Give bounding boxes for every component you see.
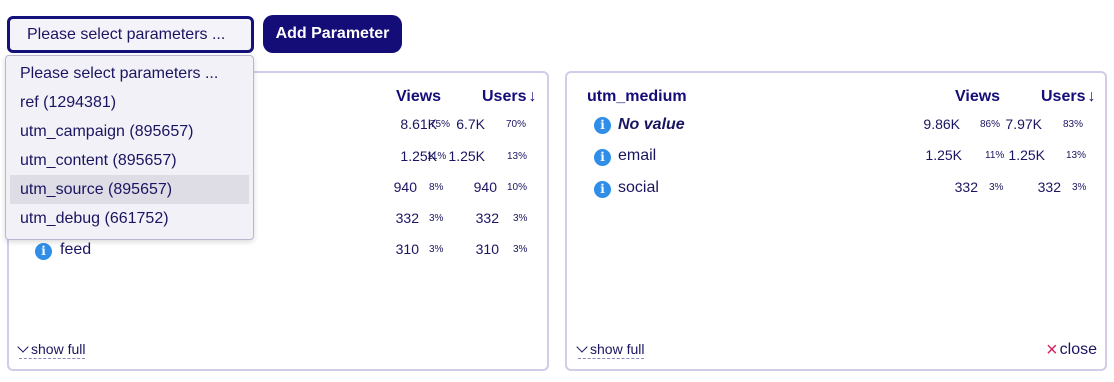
info-icon[interactable]: i (35, 243, 52, 260)
views-value: 1.25K (925, 147, 962, 163)
users-percent: 13% (1066, 150, 1087, 161)
users-value: 332 (1037, 179, 1061, 195)
sort-down-icon: ↓ (1087, 88, 1096, 105)
close-icon: × (1045, 339, 1058, 361)
users-value: 6.7K (456, 116, 485, 132)
views-value: 310 (395, 241, 419, 257)
users-column-header[interactable]: Users ↓ (482, 88, 536, 106)
views-value: 9.86K (923, 116, 960, 132)
info-icon[interactable]: i (594, 181, 611, 198)
table-row: i No value 9.86K 86% 7.97K 83% (567, 116, 1105, 142)
users-value: 1.25K (448, 148, 485, 164)
users-value: 310 (475, 241, 499, 257)
info-icon[interactable]: i (594, 149, 611, 166)
users-percent: 3% (513, 244, 528, 255)
users-percent: 3% (513, 213, 528, 224)
parameter-select[interactable]: Please select parameters ... (7, 16, 254, 53)
users-value: 940 (473, 179, 497, 195)
table-row: i social 332 3% 332 3% (567, 179, 1105, 205)
show-full-label: show full (31, 341, 86, 357)
close-button[interactable]: × close (1045, 339, 1097, 361)
sort-down-icon: ↓ (528, 88, 537, 105)
users-percent: 83% (1063, 119, 1084, 130)
dropdown-option[interactable]: Please select parameters ... (10, 59, 249, 88)
table-row: i feed 310 3% 310 3% (9, 241, 547, 267)
card-title: utm_medium (587, 88, 687, 105)
utm-medium-card: utm_medium Views Users ↓ i No value 9.86K… (565, 71, 1107, 371)
views-column-header[interactable]: Views (955, 88, 1000, 106)
views-value: 332 (395, 210, 419, 226)
chevron-down-icon (17, 341, 29, 353)
info-icon[interactable]: i (594, 117, 611, 134)
row-label[interactable]: email (618, 147, 656, 165)
dropdown-option[interactable]: utm_source (895657) (10, 175, 249, 204)
show-full-link[interactable]: show full (17, 341, 86, 359)
users-value: 1.25K (1008, 147, 1045, 163)
views-column-header[interactable]: Views (396, 88, 441, 106)
views-value: 332 (954, 179, 978, 195)
table-row: i email 1.25K 11% 1.25K 13% (567, 147, 1105, 173)
users-header-label: Users (482, 88, 527, 105)
dropdown-option[interactable]: ref (1294381) (10, 88, 249, 117)
chevron-down-icon (576, 341, 588, 353)
row-label[interactable]: feed (60, 241, 91, 259)
users-percent: 13% (507, 151, 528, 162)
close-label: close (1059, 341, 1097, 358)
row-label[interactable]: social (618, 179, 659, 197)
users-header-label: Users (1041, 88, 1086, 105)
users-value: 7.97K (1005, 116, 1042, 132)
add-parameter-button[interactable]: Add Parameter (263, 15, 402, 53)
dropdown-option[interactable]: utm_debug (661752) (10, 204, 249, 233)
users-column-header[interactable]: Users ↓ (1041, 88, 1095, 106)
users-value: 332 (475, 210, 499, 226)
views-value: 940 (393, 179, 417, 195)
parameter-dropdown: Please select parameters ... ref (129438… (5, 55, 254, 240)
users-percent: 70% (506, 119, 527, 130)
users-percent: 10% (507, 182, 528, 193)
show-full-link[interactable]: show full (576, 341, 645, 359)
row-label[interactable]: No value (618, 116, 685, 134)
show-full-label: show full (590, 341, 645, 357)
dropdown-option[interactable]: utm_content (895657) (10, 146, 249, 175)
users-percent: 3% (1072, 182, 1087, 193)
dropdown-option[interactable]: utm_campaign (895657) (10, 117, 249, 146)
